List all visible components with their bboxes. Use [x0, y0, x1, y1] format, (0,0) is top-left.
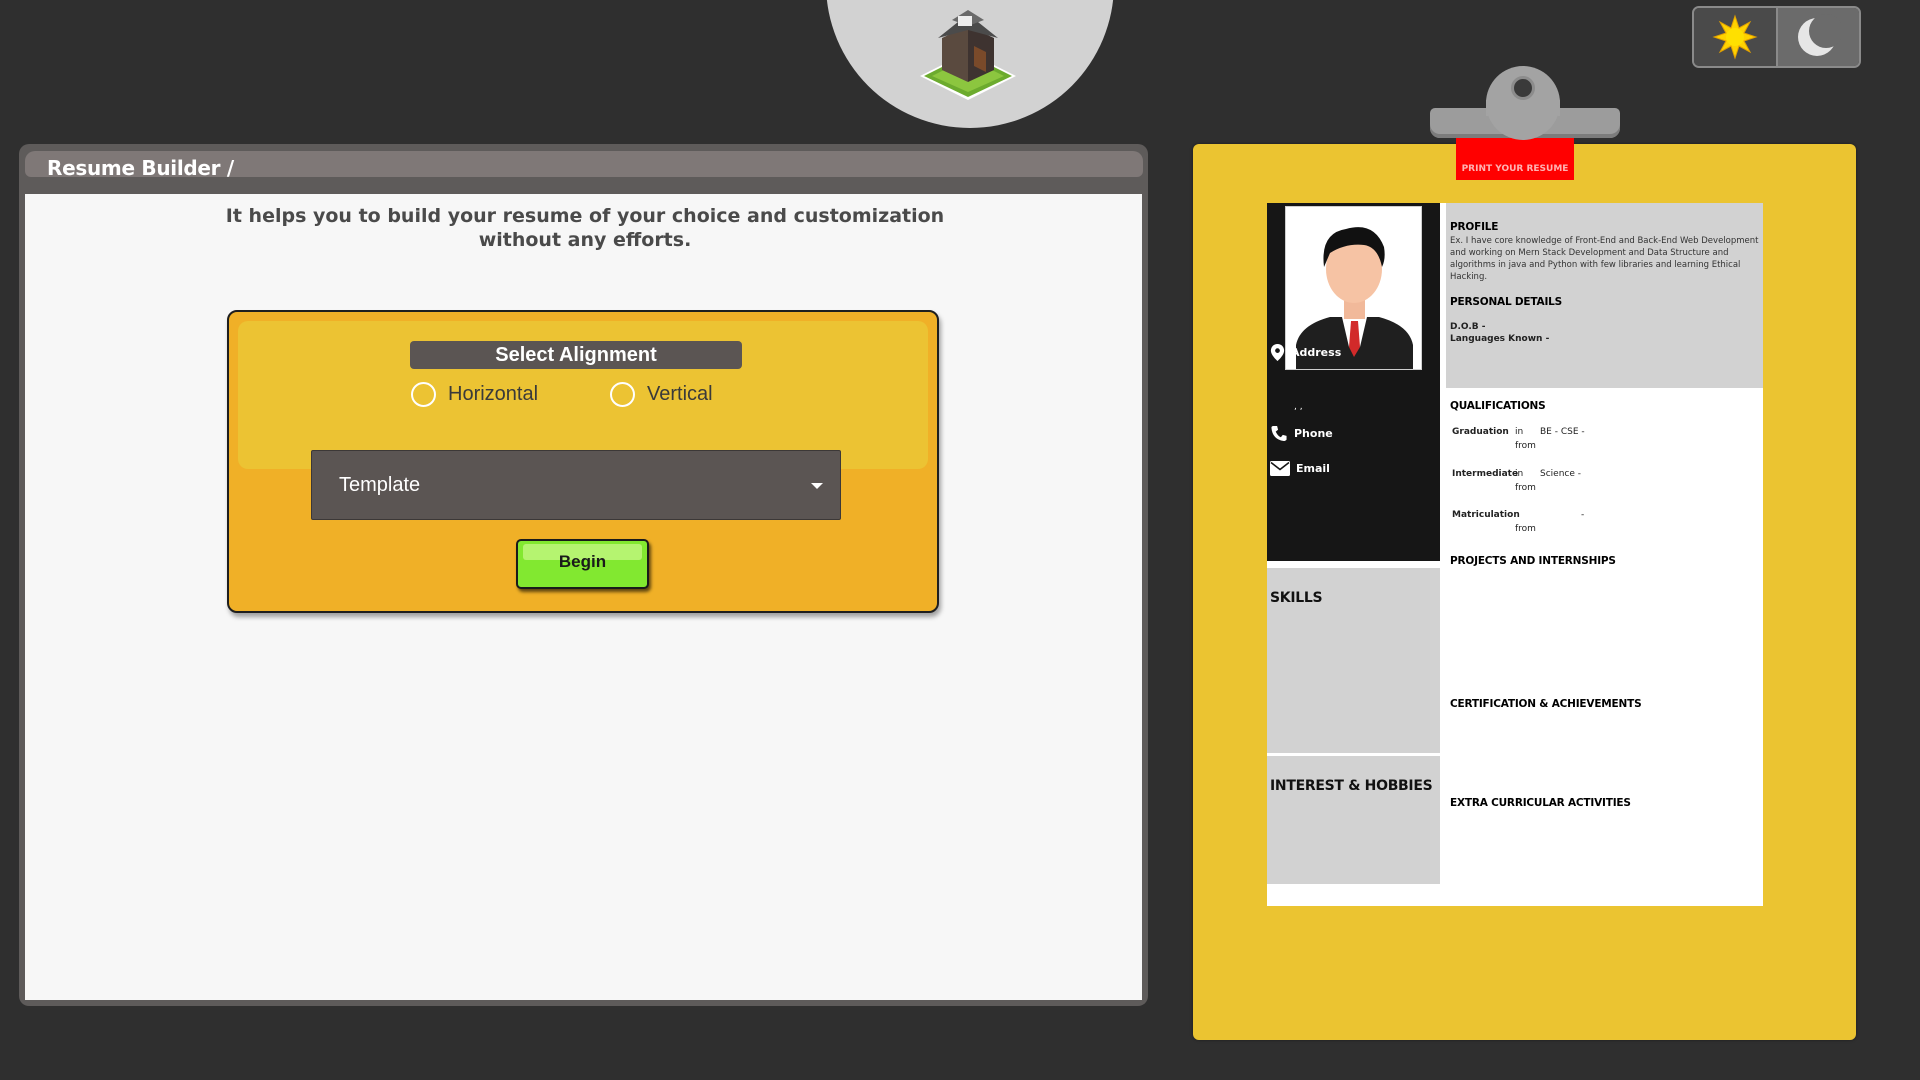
interest-heading: INTEREST & HOBBIES	[1270, 778, 1433, 794]
interest-section: INTEREST & HOBBIES	[1267, 756, 1440, 884]
begin-label: Begin	[558, 552, 607, 571]
qualification-field: Science -	[1540, 469, 1581, 479]
clipboard-hole	[1511, 76, 1535, 100]
qualification-field: BE - CSE -	[1540, 427, 1585, 437]
page-title: Resume Builder /	[47, 156, 234, 180]
projects-heading: PROJECTS AND INTERNSHIPS	[1450, 555, 1616, 567]
sun-icon	[1712, 14, 1758, 60]
caret-down-icon	[811, 483, 823, 489]
email-label: Email	[1296, 462, 1330, 475]
dob-label: D.O.B -	[1450, 322, 1486, 332]
address-row: Address	[1270, 344, 1341, 361]
qualification-from: from	[1515, 524, 1536, 534]
qualification-in: in	[1515, 427, 1524, 437]
qualification-level: Graduation	[1452, 427, 1509, 437]
skills-section: SKILLS	[1267, 568, 1440, 753]
radio-circle-icon[interactable]	[610, 382, 635, 407]
profile-heading: PROFILE	[1450, 221, 1499, 233]
resume-builder-panel: Resume Builder / It helps you to build y…	[19, 144, 1148, 1006]
profile-section: PROFILE Ex. I have core knowledge of Fro…	[1446, 203, 1763, 388]
qualification-level: Matriculation	[1452, 510, 1520, 520]
location-pin-icon	[1270, 344, 1285, 361]
phone-row: Phone	[1270, 425, 1333, 442]
moon-icon	[1798, 14, 1842, 56]
qualification-from: from	[1515, 483, 1536, 493]
qualification-field: -	[1581, 510, 1585, 520]
template-select-value: Template	[339, 474, 421, 496]
phone-label: Phone	[1294, 427, 1333, 440]
certification-heading: CERTIFICATION & ACHIEVEMENTS	[1450, 698, 1642, 710]
alignment-form: Select Alignment Horizontal Vertical Tem…	[227, 310, 939, 613]
email-icon	[1270, 461, 1290, 476]
horizontal-radio[interactable]: Horizontal	[411, 382, 538, 407]
phone-icon	[1271, 425, 1287, 442]
qualification-from: from	[1515, 441, 1536, 451]
print-resume-button[interactable]: PRINT YOUR RESUME	[1456, 138, 1574, 180]
languages-label: Languages Known -	[1450, 334, 1550, 344]
profile-text: Ex. I have core knowledge of Front-End a…	[1450, 236, 1759, 282]
skills-heading: SKILLS	[1270, 590, 1323, 606]
qualification-in: in	[1515, 469, 1524, 479]
extra-curricular-heading: EXTRA CURRICULAR ACTIVITIES	[1450, 797, 1631, 809]
personal-details-heading: PERSONAL DETAILS	[1450, 296, 1563, 308]
vertical-label: Vertical	[647, 383, 713, 405]
address-label: Address	[1291, 346, 1342, 359]
alignment-title: Select Alignment	[410, 341, 742, 369]
begin-button[interactable]: Begin	[516, 539, 649, 589]
horizontal-label: Horizontal	[448, 383, 539, 405]
address-value: , ,	[1294, 402, 1303, 412]
house-icon	[920, 10, 1016, 100]
qualification-level: Intermediate	[1452, 469, 1519, 479]
radio-circle-icon[interactable]	[411, 382, 436, 407]
theme-toggle[interactable]	[1692, 6, 1861, 68]
resume-preview: Address , , Phone Email SKILLS INTEREST …	[1267, 203, 1763, 906]
vertical-radio[interactable]: Vertical	[610, 382, 713, 407]
resume-sidebar: Address , , Phone Email	[1267, 203, 1440, 561]
intro-text: It helps you to build your resume of you…	[225, 205, 945, 251]
qualifications-heading: QUALIFICATIONS	[1450, 400, 1546, 412]
light-theme-button[interactable]	[1694, 8, 1778, 66]
template-select[interactable]: Template	[311, 450, 841, 520]
email-row: Email	[1270, 461, 1330, 476]
dark-theme-button[interactable]	[1777, 8, 1859, 66]
panel-body: It helps you to build your resume of you…	[25, 194, 1142, 1000]
